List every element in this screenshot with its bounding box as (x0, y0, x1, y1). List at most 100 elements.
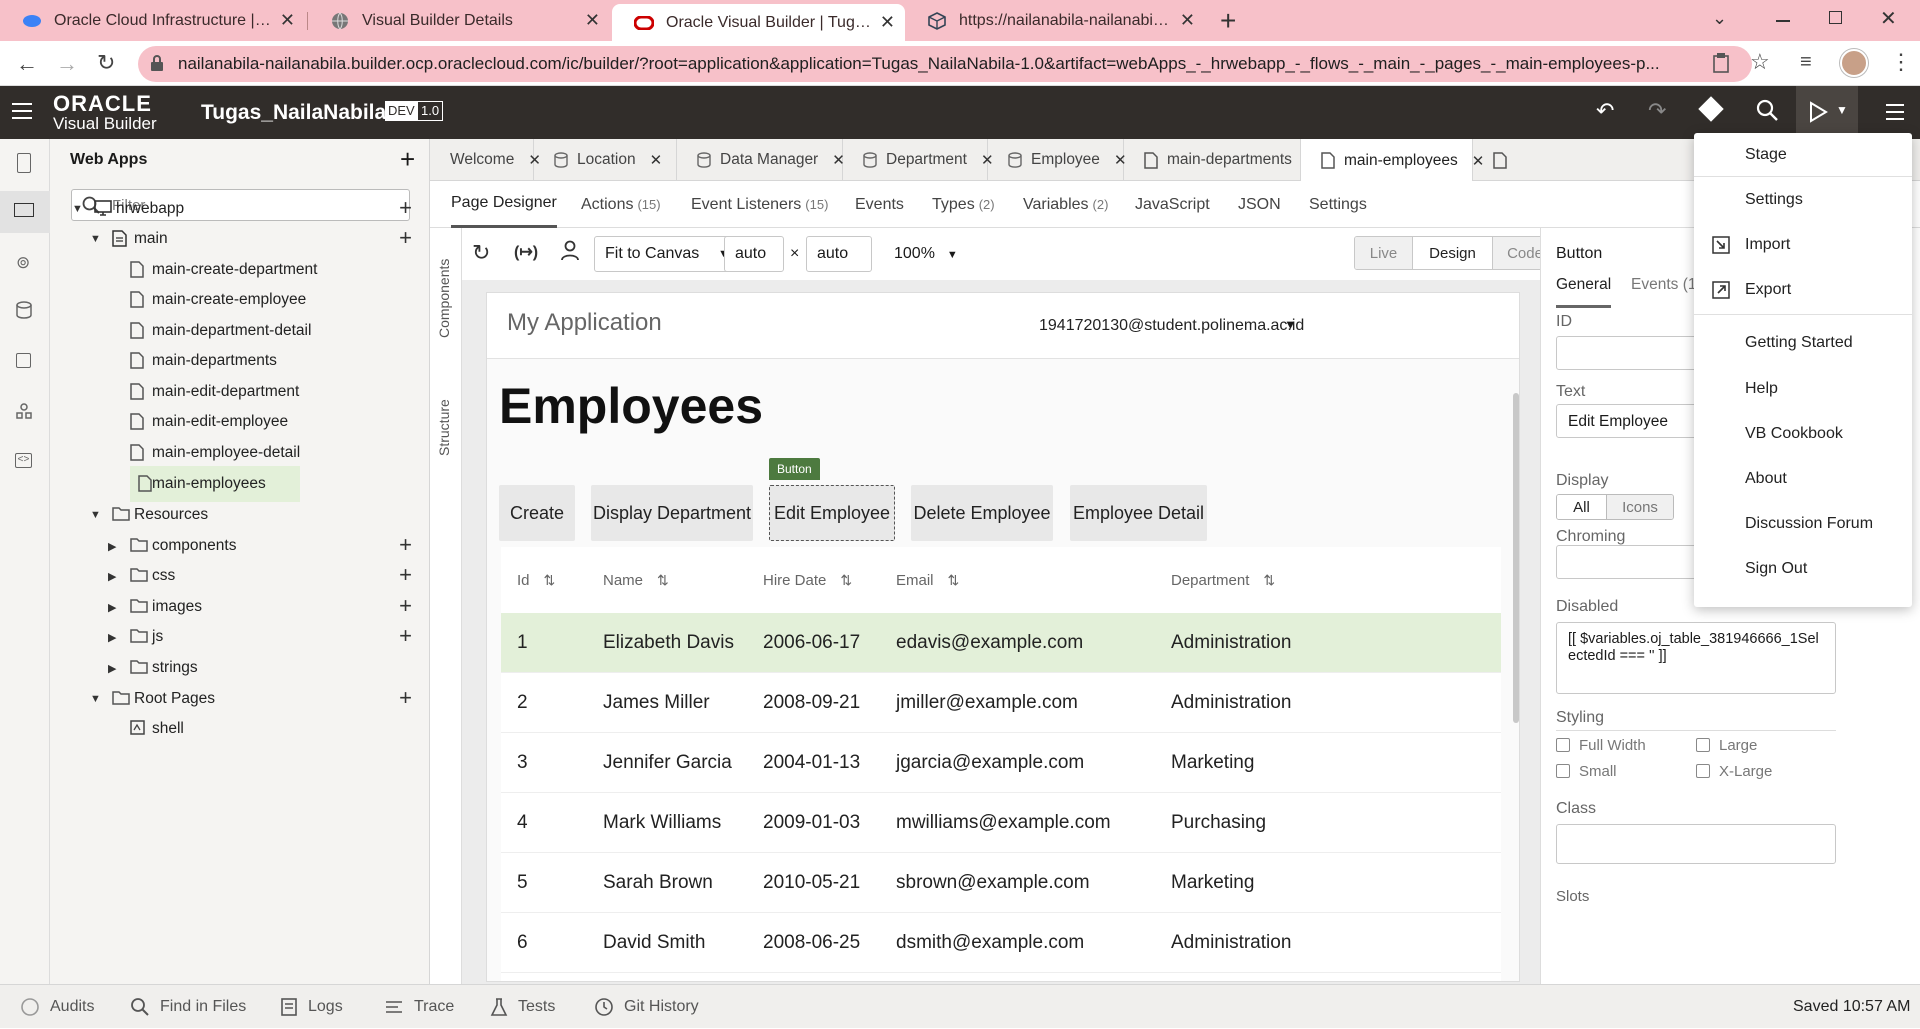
menu-item-discussion-forum[interactable]: Discussion Forum (1694, 502, 1912, 546)
close-icon[interactable]: ✕ (880, 12, 895, 33)
delete-employee-button[interactable]: Delete Employee (911, 485, 1053, 541)
git-history-button[interactable]: Git History (594, 985, 699, 1029)
close-icon[interactable]: ✕ (585, 10, 600, 31)
new-tab-button[interactable]: + (1220, 5, 1236, 37)
avatar[interactable] (1840, 49, 1868, 77)
hamburger-icon[interactable] (12, 103, 32, 119)
logs-button[interactable]: Logs (280, 985, 343, 1029)
chevron-down-icon[interactable]: ▼ (90, 233, 101, 245)
editor-tab-overflow[interactable] (1473, 139, 1533, 181)
components-icon[interactable] (16, 353, 31, 368)
source-icon[interactable]: <> (15, 453, 32, 468)
chevron-right-icon[interactable]: ▶ (108, 631, 116, 644)
small-checkbox[interactable] (1556, 764, 1570, 778)
trace-button[interactable]: Trace (384, 985, 454, 1029)
search-icon[interactable] (1756, 99, 1778, 125)
bookmark-star-icon[interactable]: ☆ (1750, 49, 1770, 75)
add-icon[interactable]: + (399, 685, 412, 711)
subtab-javascript[interactable]: JavaScript (1135, 181, 1210, 228)
sort-icon[interactable]: ⇅ (1263, 572, 1275, 589)
fit-to-canvas-select[interactable]: Fit to Canvas ▼ (594, 236, 740, 272)
services-icon[interactable]: ⊚ (16, 253, 30, 273)
subtab-types[interactable]: Types (2) (932, 181, 995, 228)
refresh-icon[interactable]: ↻ (472, 240, 490, 266)
app-menu-icon[interactable] (1886, 104, 1904, 120)
employees-table[interactable]: Id ⇅ Name ⇅ Hire Date ⇅ Email ⇅ Department ⇅ 1 Eliz… (501, 547, 1501, 981)
redo-icon[interactable]: ↷ (1648, 98, 1666, 124)
sort-icon[interactable]: ⇅ (657, 572, 669, 589)
more-menu-icon[interactable]: ⋮ (1890, 49, 1912, 75)
column-header-email[interactable]: Email ⇅ (896, 547, 959, 613)
tests-button[interactable]: Tests (490, 985, 555, 1029)
undo-icon[interactable]: ↶ (1596, 98, 1614, 124)
large-checkbox[interactable] (1696, 738, 1710, 752)
git-icon[interactable] (1698, 96, 1724, 122)
forward-icon[interactable]: → (56, 51, 78, 77)
subtab-variables[interactable]: Variables (2) (1023, 181, 1108, 228)
subtab-settings[interactable]: Settings (1309, 181, 1367, 228)
chevron-right-icon[interactable]: ▶ (108, 662, 116, 675)
media-icon[interactable]: ≡ (1800, 51, 1812, 74)
tab-list-icon[interactable]: ⌄ (1712, 8, 1727, 29)
subtab-actions[interactable]: Actions (15) (581, 181, 661, 228)
live-mode-button[interactable]: Live (1355, 237, 1413, 269)
editor-tab-main-departments[interactable]: main-departments✕ (1124, 139, 1319, 181)
sort-icon[interactable]: ⇅ (840, 572, 852, 589)
database-icon[interactable] (16, 301, 32, 323)
add-web-app-button[interactable]: + (400, 144, 415, 175)
display-department-button[interactable]: Display Department (591, 485, 753, 541)
column-header-id[interactable]: Id ⇅ (517, 547, 555, 613)
menu-item-about[interactable]: About (1694, 457, 1912, 501)
menu-item-vb-cookbook[interactable]: VB Cookbook (1694, 412, 1912, 456)
close-icon[interactable]: ✕ (280, 10, 295, 31)
sort-icon[interactable]: ⇅ (544, 572, 556, 589)
reload-icon[interactable]: ↻ (97, 50, 115, 76)
sort-icon[interactable]: ⇅ (948, 572, 960, 589)
chevron-down-icon[interactable]: ▼ (1284, 317, 1297, 332)
subtab-page-designer[interactable]: Page Designer (451, 181, 557, 228)
editor-tab-department[interactable]: Department ✕ (843, 139, 994, 181)
share-icon[interactable] (1712, 53, 1730, 77)
chevron-right-icon[interactable]: ▶ (108, 601, 116, 614)
subtab-json[interactable]: JSON (1238, 181, 1281, 228)
subtab-events[interactable]: Events (855, 181, 904, 228)
menu-item-import[interactable]: Import (1694, 223, 1912, 267)
close-window-icon[interactable]: ✕ (1880, 6, 1897, 31)
editor-tab-location[interactable]: Location ✕ (534, 139, 677, 181)
chevron-down-icon[interactable]: ▼ (1836, 103, 1848, 117)
column-header-hire-date[interactable]: Hire Date ⇅ (763, 547, 852, 613)
tree-item-shell[interactable]: shell (50, 711, 430, 747)
browser-tab-vb-details[interactable]: Visual Builder Details ✕ (308, 0, 610, 41)
employee-detail-button[interactable]: Employee Detail (1070, 485, 1207, 541)
run-button[interactable]: ▼ (1796, 86, 1858, 139)
menu-item-sign-out[interactable]: Sign Out (1694, 547, 1912, 591)
canvas-scrollbar[interactable] (1513, 393, 1519, 723)
components-tab[interactable]: Components (436, 259, 452, 338)
chevron-down-icon[interactable]: ▼ (90, 693, 101, 705)
browser-tab-oracle-cloud[interactable]: Oracle Cloud Infrastructure | Sign ✕ (0, 0, 305, 41)
zoom-select[interactable]: 100% ▼ (894, 245, 958, 263)
editor-tab-employee[interactable]: Employee ✕ (988, 139, 1127, 181)
add-icon[interactable]: + (399, 532, 412, 558)
find-in-files-button[interactable]: Find in Files (130, 985, 246, 1029)
subtab-event-listeners[interactable]: Event Listeners (15) (691, 181, 828, 228)
add-icon[interactable]: + (399, 623, 412, 649)
display-icons-button[interactable]: Icons (1607, 495, 1673, 519)
edit-employee-button[interactable]: Edit Employee (769, 485, 895, 541)
user-email[interactable]: 1941720130@student.polinema.ac.id (1039, 317, 1304, 335)
structure-tab[interactable]: Structure (436, 399, 452, 456)
editor-tab-welcome[interactable]: Welcome ✕ (430, 139, 541, 181)
full-width-checkbox[interactable] (1556, 738, 1570, 752)
menu-item-stage[interactable]: Stage (1694, 133, 1912, 177)
add-icon[interactable]: + (399, 593, 412, 619)
x-large-checkbox[interactable] (1696, 764, 1710, 778)
class-input[interactable] (1556, 824, 1836, 864)
chevron-right-icon[interactable]: ▶ (108, 540, 116, 553)
editor-tab-main-employees[interactable]: main-employees ✕ (1301, 139, 1484, 182)
display-all-button[interactable]: All (1557, 495, 1607, 519)
close-icon[interactable]: ✕ (1180, 10, 1195, 31)
variables-icon[interactable]: (↦) (514, 242, 538, 262)
add-icon[interactable]: + (399, 195, 412, 221)
minimize-icon[interactable] (1776, 20, 1790, 22)
table-row[interactable]: 2 James Miller 2008-09-21 jmiller@example.c… (501, 673, 1501, 733)
